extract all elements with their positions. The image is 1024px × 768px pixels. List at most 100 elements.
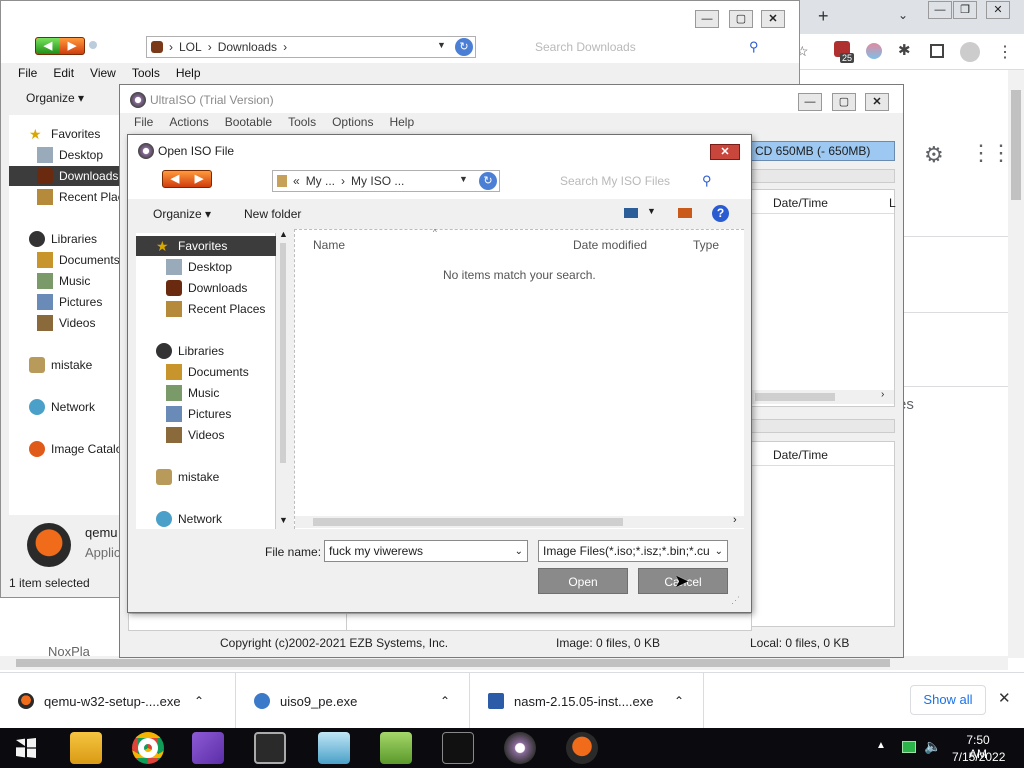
nav-libraries[interactable]: Libraries [156,341,224,361]
scrollbar-thumb[interactable] [313,518,623,526]
nav-pictures[interactable]: Pictures [37,292,121,312]
visual-studio-taskbar-icon[interactable] [192,732,224,764]
nav-libraries[interactable]: Libraries [29,229,121,249]
menu-edit[interactable]: Edit [45,63,82,85]
download-item[interactable]: nasm-2.15.05-inst....exe ⌃ [470,673,704,729]
breadcrumb-overflow[interactable]: « [293,174,300,188]
local-pane-bottom[interactable] [346,613,752,631]
column-header-l[interactable]: L [889,196,896,210]
menu-actions[interactable]: Actions [161,113,216,133]
chrome-close-button[interactable]: ✕ [986,1,1010,19]
maximize-button[interactable]: ▢ [729,10,753,28]
minimize-button[interactable]: — [798,93,822,111]
side-panel-icon[interactable] [930,44,944,58]
dialog-address-bar[interactable]: « My ... › My ISO ... ▼ ↻ [272,170,500,192]
horizontal-scrollbar[interactable]: › [751,389,894,404]
command-prompt-taskbar-icon[interactable] [442,732,474,764]
chrome-horizontal-scrollbar[interactable] [0,656,1008,670]
refresh-icon[interactable]: ↻ [479,172,497,190]
download-item[interactable]: uiso9_pe.exe ⌃ [236,673,470,729]
nav-pane-scrollbar[interactable]: ▲ ▼ [276,229,290,529]
menu-bootable[interactable]: Bootable [217,113,280,133]
file-type-select[interactable]: Image Files(*.iso;*.isz;*.bin;*.cue ⌄ [538,540,728,562]
nav-videos[interactable]: Videos [166,425,224,445]
column-header-datetime[interactable]: Date/Time [773,196,828,210]
close-button[interactable]: ✕ [761,10,785,28]
scroll-up-icon[interactable]: ▲ [279,229,288,239]
nav-image-catalog[interactable]: Image Catalo [29,439,121,459]
nav-documents[interactable]: Documents [37,250,121,270]
qemu-taskbar-icon[interactable] [566,732,598,764]
profile-avatar-icon[interactable] [960,42,980,62]
extensions-puzzle-icon[interactable]: ✱ [898,41,911,59]
nav-network[interactable]: Network [29,397,121,417]
scrollbar-thumb[interactable] [16,659,890,667]
nav-videos[interactable]: Videos [37,313,121,333]
scrollbar-thumb[interactable] [280,243,286,463]
menu-file[interactable]: File [1,63,45,85]
path-bar[interactable] [750,169,895,183]
close-button[interactable]: ✕ [865,93,889,111]
menu-help[interactable]: Help [381,113,422,133]
local-path-bar[interactable] [750,419,895,433]
show-hidden-icons[interactable]: ▲ [876,740,886,751]
dialog-close-button[interactable]: ✕ [710,144,740,160]
back-forward-buttons[interactable]: ◀ ▶ [35,37,85,55]
menu-help[interactable]: Help [168,63,209,85]
new-folder-button[interactable]: New folder [244,207,301,221]
image-size-selector[interactable]: CD 650MB (- 650MB) [750,141,895,161]
scrollbar-thumb[interactable] [755,393,835,401]
chrome-menu-icon[interactable]: ⋮ [997,42,1013,62]
nav-desktop[interactable]: Desktop [166,257,232,277]
nav-recent[interactable]: Recent Plac [37,187,121,207]
chevron-down-icon[interactable]: ⌄ [515,546,523,557]
back-icon[interactable]: ◀ [36,38,60,54]
download-item[interactable]: qemu-w32-setup-....exe ⌃ [0,673,236,729]
menu-tools[interactable]: Tools [280,113,324,133]
search-input[interactable]: Search Downloads ⚲ [527,36,771,58]
help-icon[interactable]: ? [712,205,729,222]
column-header-type[interactable]: Type [693,238,719,252]
menu-tools[interactable]: Tools [124,63,168,85]
scroll-right-icon[interactable]: › [881,389,884,400]
gear-icon[interactable]: ⚙ [924,142,944,168]
ultraiso-taskbar-icon[interactable] [504,732,536,764]
nav-recent[interactable]: Recent Places [166,299,265,319]
scrollbar-thumb[interactable] [1011,90,1021,200]
column-header-datetime[interactable]: Date/Time [773,448,828,462]
clock-date[interactable]: 7/15/2022 [952,750,1005,764]
maximize-button[interactable]: ▢ [832,93,856,111]
back-icon[interactable]: ◀ [163,171,187,187]
organize-button[interactable]: Organize ▾ [26,91,84,105]
breadcrumb-part[interactable]: LOL [179,40,202,54]
chevron-down-icon[interactable]: ▼ [647,206,656,216]
breadcrumb-part[interactable]: My ISO ... [351,174,404,188]
back-forward-buttons[interactable]: ◀ ▶ [162,170,212,188]
address-bar[interactable]: › LOL › Downloads › ▼ ↻ [146,36,476,58]
refresh-icon[interactable]: ↻ [455,38,473,56]
chevron-down-icon[interactable]: ▼ [437,40,446,50]
chevron-down-icon[interactable]: ⌄ [715,546,723,557]
chevron-up-icon[interactable]: ⌃ [194,694,204,708]
breadcrumb-part[interactable]: Downloads [218,40,277,54]
nav-mistake[interactable]: mistake [156,467,219,487]
scroll-right-icon[interactable]: › [733,514,737,526]
breadcrumb-part[interactable]: My ... [306,174,335,188]
battery-icon[interactable] [902,741,916,753]
close-icon[interactable]: ✕ [998,689,1011,707]
iso-file-list[interactable]: Date/Time L › [750,189,896,407]
preview-pane-icon[interactable] [678,208,692,218]
dialog-search-input[interactable]: Search My ISO Files ⚲ [552,170,722,192]
nav-documents[interactable]: Documents [166,362,249,382]
organize-button[interactable]: Organize ▾ [153,207,211,221]
paint-taskbar-icon[interactable] [318,732,350,764]
search-icon[interactable]: ⚲ [749,39,759,55]
new-tab-icon[interactable]: + [818,6,829,27]
recent-pages-icon[interactable] [89,41,97,49]
chrome-restore-button[interactable]: ❐ [953,1,977,19]
volume-icon[interactable]: 🔈 [924,738,941,755]
menu-file[interactable]: File [120,113,161,133]
menu-options[interactable]: Options [324,113,381,133]
forward-icon[interactable]: ▶ [187,171,211,187]
column-header-date-modified[interactable]: Date modified [573,238,647,252]
